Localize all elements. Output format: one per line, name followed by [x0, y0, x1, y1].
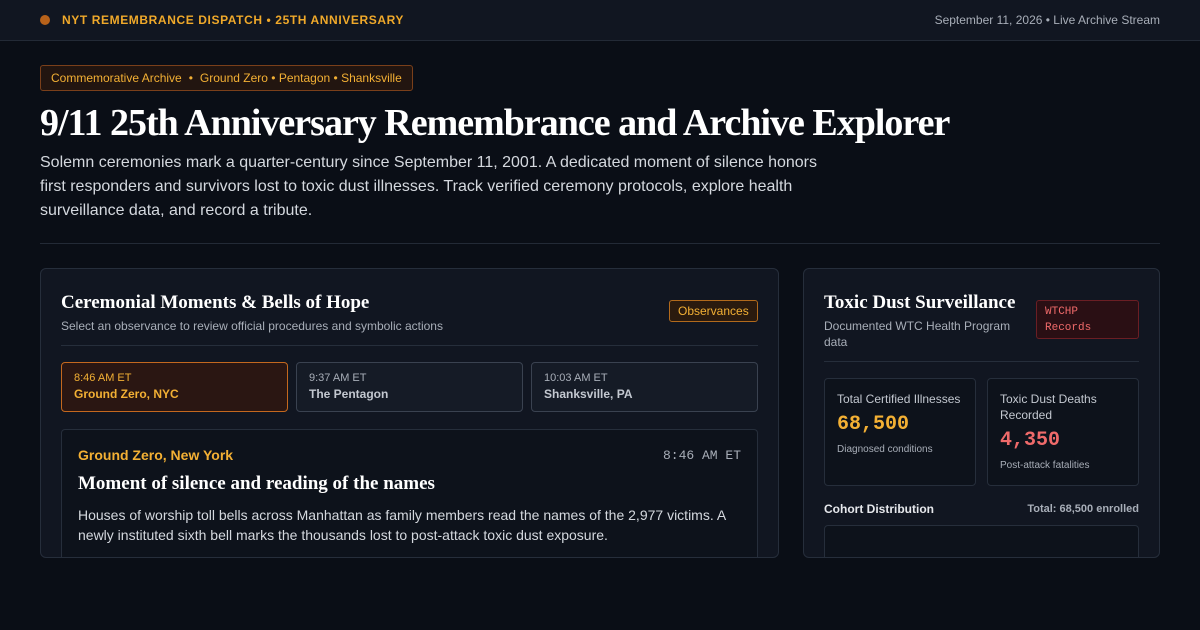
- surveillance-panel: Toxic Dust Surveillance Documented WTC H…: [803, 268, 1160, 558]
- tab-shanksville[interactable]: 10:03 AM ET Shanksville, PA: [531, 362, 758, 412]
- surveillance-subtitle: Documented WTC Health Program data: [824, 319, 1011, 349]
- wtchp-badge-line1: WTCHP: [1045, 306, 1079, 318]
- stream-date: September 11, 2026 • Live Archive Stream: [934, 13, 1160, 27]
- tab-location: Shanksville, PA: [544, 387, 633, 401]
- stat-value: 68,500: [837, 413, 910, 436]
- archive-tag-separator: •: [188, 71, 193, 85]
- archive-tag-label: Commemorative Archive: [51, 71, 182, 85]
- observances-badge: Observances: [669, 300, 758, 322]
- ceremonies-subtitle: Select an observance to review official …: [61, 319, 443, 333]
- wtchp-badge-line2: Records: [1045, 322, 1092, 334]
- tab-location: Ground Zero, NYC: [74, 387, 179, 401]
- stat-label: Total Certified Illnesses: [837, 392, 961, 406]
- stat-note: Post-attack fatalities: [1000, 460, 1090, 471]
- tab-time: 9:37 AM ET: [309, 372, 367, 384]
- stat-value: 4,350: [1000, 429, 1061, 452]
- stat-label: Toxic Dust Deaths Recorded: [1000, 392, 1097, 422]
- wtchp-badge: WTCHP Records: [1036, 300, 1139, 339]
- detail-text: Houses of worship toll bells across Manh…: [78, 507, 726, 543]
- stat-dust-deaths: Toxic Dust Deaths Recorded 4,350 Post-at…: [987, 378, 1139, 486]
- surveillance-divider: [824, 361, 1139, 362]
- detail-time: 8:46 AM ET: [662, 448, 741, 463]
- tab-ground-zero[interactable]: 8:46 AM ET Ground Zero, NYC: [61, 362, 288, 412]
- section-divider: [40, 243, 1160, 244]
- observance-detail: Ground Zero, New York 8:46 AM ET Moment …: [61, 429, 758, 557]
- page-intro: Solemn ceremonies mark a quarter-century…: [40, 154, 818, 219]
- cohort-distribution: [824, 525, 1139, 557]
- top-bar: NYT REMEMBRANCE DISPATCH • 25TH ANNIVERS…: [0, 0, 1200, 41]
- cohort-total: Total: 68,500 enrolled: [1027, 503, 1139, 515]
- tab-location: The Pentagon: [309, 387, 389, 401]
- ceremonies-divider: [61, 345, 758, 346]
- archive-tag-sites: Ground Zero • Pentagon • Shanksville: [199, 71, 402, 85]
- detail-title: Moment of silence and reading of the nam…: [78, 473, 435, 494]
- cohort-label: Cohort Distribution: [824, 502, 934, 516]
- tab-pentagon[interactable]: 9:37 AM ET The Pentagon: [296, 362, 523, 412]
- surveillance-title: Toxic Dust Surveillance: [824, 292, 1016, 313]
- live-dot-icon: [40, 15, 50, 25]
- brand: NYT REMEMBRANCE DISPATCH • 25TH ANNIVERS…: [40, 13, 404, 27]
- ceremonies-title: Ceremonial Moments & Bells of Hope: [61, 292, 370, 313]
- page-title: 9/11 25th Anniversary Remembrance and Ar…: [40, 102, 950, 144]
- tab-time: 8:46 AM ET: [74, 372, 132, 384]
- stat-note: Diagnosed conditions: [837, 444, 933, 455]
- stat-certified-illnesses: Total Certified Illnesses 68,500 Diagnos…: [824, 378, 976, 486]
- brand-title: NYT REMEMBRANCE DISPATCH • 25TH ANNIVERS…: [62, 13, 405, 27]
- ceremonies-panel: Ceremonial Moments & Bells of Hope Selec…: [40, 268, 779, 558]
- detail-location: Ground Zero, New York: [78, 447, 234, 463]
- archive-tag: Commemorative Archive • Ground Zero • Pe…: [40, 65, 413, 91]
- tab-time: 10:03 AM ET: [544, 372, 608, 384]
